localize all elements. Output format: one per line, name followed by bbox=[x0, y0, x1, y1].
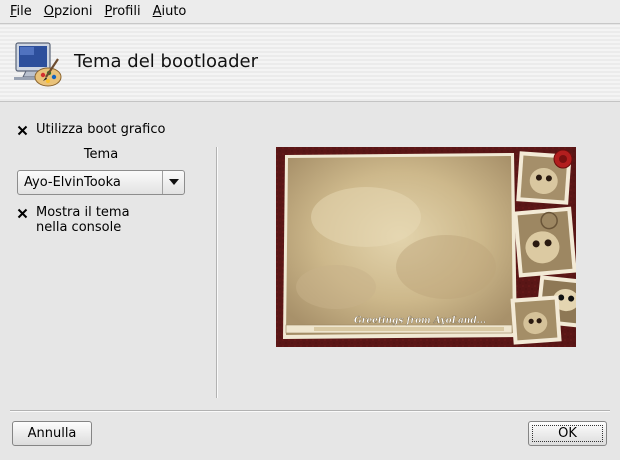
preview-caption: Greetings from AyoLand... bbox=[354, 316, 486, 326]
theme-select-value: Ayo-ElvinTooka bbox=[24, 175, 121, 190]
theme-select[interactable]: Ayo-ElvinTooka bbox=[17, 170, 185, 195]
content-area: Utilizza boot grafico Tema Ayo-ElvinTook… bbox=[0, 103, 620, 410]
page-title: Tema del bootloader bbox=[74, 51, 258, 72]
graphic-boot-option[interactable]: Utilizza boot grafico bbox=[17, 122, 165, 137]
header-banner: Tema del bootloader bbox=[0, 25, 620, 102]
horizontal-separator bbox=[10, 410, 610, 412]
focus-ring bbox=[532, 425, 603, 442]
cancel-button[interactable]: Annulla bbox=[12, 421, 92, 446]
vertical-separator bbox=[216, 147, 218, 398]
menu-file[interactable]: File bbox=[4, 0, 38, 24]
chevron-down-icon[interactable] bbox=[162, 171, 184, 194]
show-console-label: Mostra il tema nella console bbox=[36, 205, 130, 235]
menubar: File Opzioni Profili Aiuto bbox=[0, 0, 620, 24]
menu-aiuto[interactable]: Aiuto bbox=[147, 0, 193, 24]
graphic-boot-checkbox[interactable] bbox=[17, 125, 28, 136]
theme-label: Tema bbox=[83, 147, 119, 162]
show-console-option[interactable]: Mostra il tema nella console bbox=[17, 205, 130, 235]
menu-opzioni[interactable]: Opzioni bbox=[38, 0, 99, 24]
ok-button[interactable]: OK bbox=[528, 421, 607, 446]
graphic-boot-label: Utilizza boot grafico bbox=[36, 122, 166, 137]
monitor-paint-icon bbox=[12, 41, 62, 89]
theme-preview-image: Greetings from AyoLand... bbox=[276, 147, 576, 347]
show-console-checkbox[interactable] bbox=[17, 208, 28, 219]
menu-profili[interactable]: Profili bbox=[99, 0, 147, 24]
